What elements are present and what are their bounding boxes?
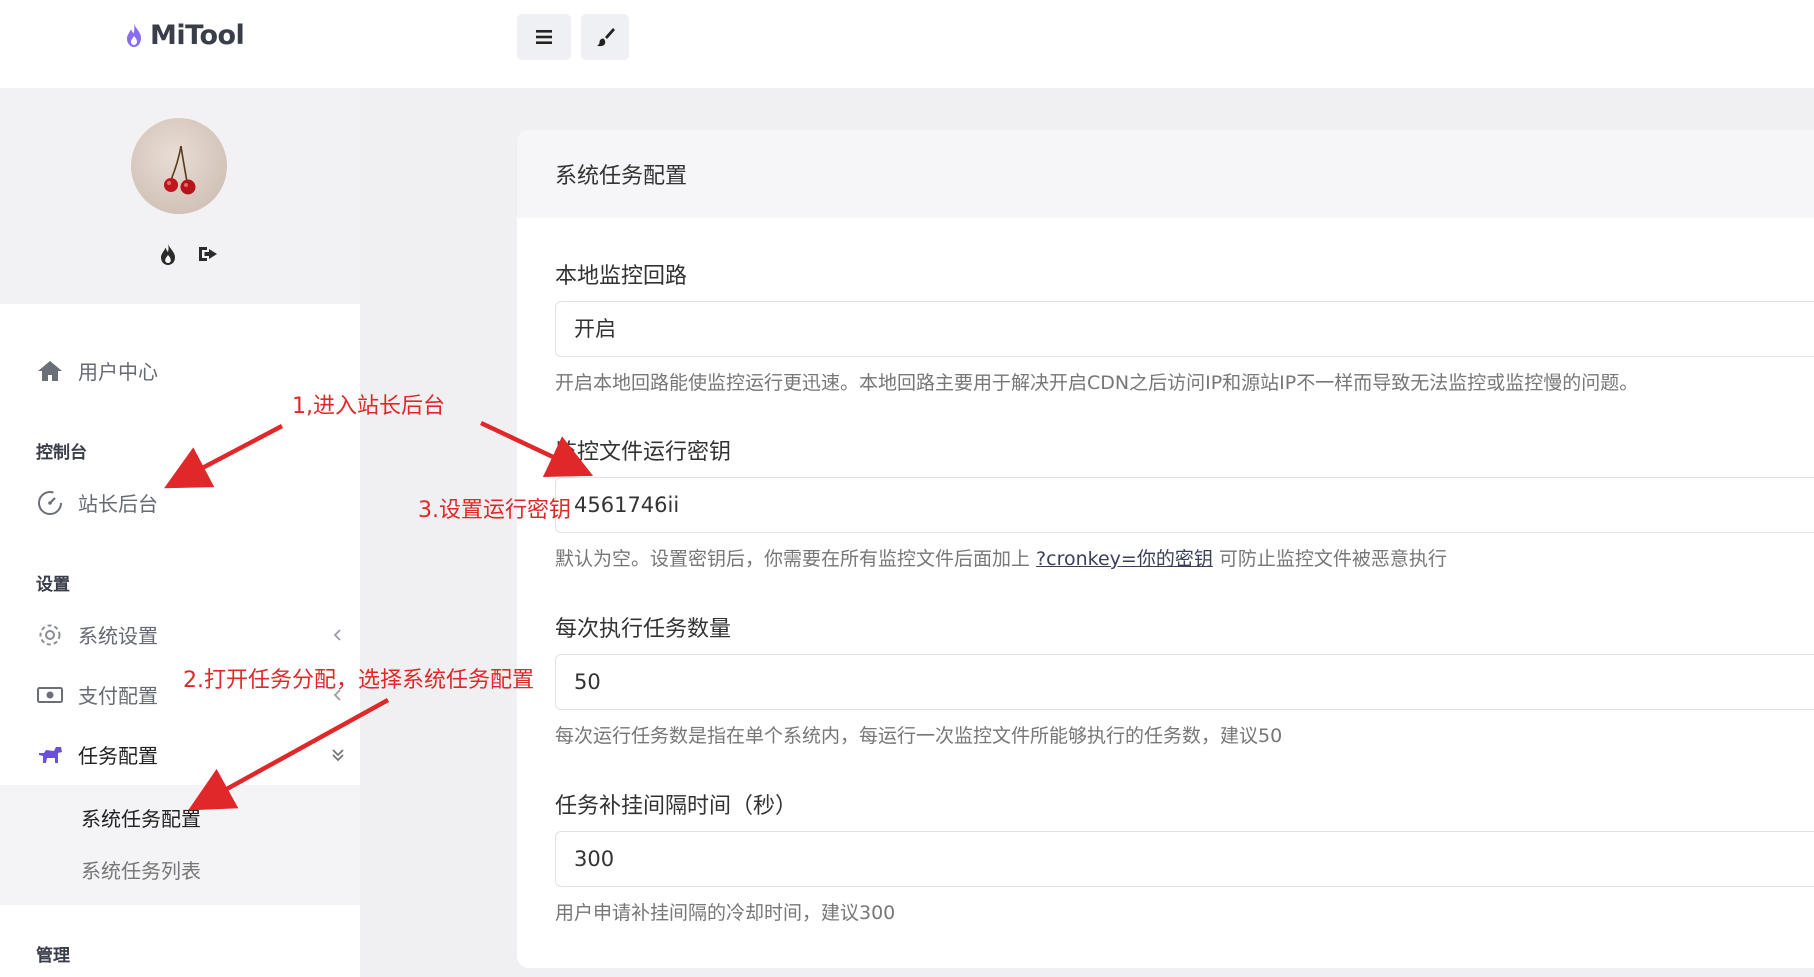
section-console: 控制台 <box>36 443 87 463</box>
field-hint-retry-interval: 用户申请补挂间隔的冷却时间，建议300 <box>555 902 896 924</box>
sidebar-item-label: 任务配置 <box>78 744 158 768</box>
sidebar-item-label: 系统设置 <box>78 624 158 648</box>
paint-brush-icon <box>597 28 615 47</box>
app-logo[interactable]: MiTool <box>124 20 245 51</box>
hint-text: 默认为空。设置密钥后，你需要在所有监控文件后面加上 <box>555 548 1037 570</box>
money-bill-icon <box>36 681 64 709</box>
field-label-cron-key: 监控文件运行密钥 <box>555 440 732 465</box>
cronkey-code: ?cronkey=你的密钥 <box>1036 548 1213 570</box>
field-hint-cron-key: 默认为空。设置密钥后，你需要在所有监控文件后面加上 ?cronkey=你的密钥 … <box>555 544 1447 571</box>
flame-icon[interactable] <box>156 242 180 266</box>
hint-text: 可防止监控文件被恶意执行 <box>1212 548 1447 570</box>
cron-key-input[interactable]: 4561746ii <box>555 477 1814 533</box>
sidebar-item-label: 用户中心 <box>78 360 158 384</box>
annotation-step2: 2.打开任务分配，选择系统任务配置 <box>183 668 534 693</box>
dog-icon <box>36 741 64 769</box>
menu-toggle-button[interactable] <box>517 14 571 60</box>
sidebar-item-admin-backend[interactable]: 站长后台 <box>36 488 158 517</box>
hamburger-menu-icon <box>536 30 552 44</box>
theme-button[interactable] <box>581 14 629 60</box>
sidebar-item-system-settings[interactable]: 系统设置 <box>36 620 346 649</box>
page-title: 系统任务配置 <box>555 164 688 189</box>
config-card: 系统任务配置 本地监控回路 开启 开启本地回路能使监控运行更迅速。本地回路主要用… <box>517 130 1814 968</box>
sidebar-subitem-system-task-list[interactable]: 系统任务列表 <box>81 855 201 884</box>
logout-icon[interactable] <box>196 242 220 266</box>
avatar[interactable] <box>131 118 227 214</box>
field-label-retry-interval: 任务补挂间隔时间（秒） <box>555 794 798 819</box>
flame-logo-icon <box>127 23 141 47</box>
field-hint-tasks-per-run: 每次运行任务数是指在单个系统内，每运行一次监控文件所能够执行的任务数，建议50 <box>555 725 1283 747</box>
retry-interval-input[interactable]: 300 <box>555 831 1814 887</box>
cherry-image <box>164 145 196 195</box>
section-settings: 设置 <box>36 575 70 595</box>
chevrons-down-icon <box>332 748 344 761</box>
logo-text: MiTool <box>150 20 245 51</box>
chevron-left-icon <box>333 628 341 641</box>
field-label-tasks-per-run: 每次执行任务数量 <box>555 617 732 642</box>
field-hint-local-loop: 开启本地回路能使监控运行更迅速。本地回路主要用于解决开启CDN之后访问IP和源站… <box>555 372 1639 394</box>
sidebar-item-task-config[interactable]: 任务配置 <box>36 740 346 769</box>
sidebar-item-user-center[interactable]: 用户中心 <box>36 356 158 385</box>
card-header: 系统任务配置 <box>517 130 1814 218</box>
profile-actions <box>156 242 220 266</box>
section-manage: 管理 <box>36 946 70 966</box>
profile-panel <box>0 88 360 304</box>
sidebar-item-label: 支付配置 <box>78 684 158 708</box>
top-header: MiTool <box>0 0 1814 88</box>
tasks-per-run-input[interactable]: 50 <box>555 654 1814 710</box>
sidebar: 用户中心 控制台 站长后台 设置 系统设置 支付配置 任务配置 系统任务配置 系… <box>0 88 360 977</box>
gauge-icon <box>36 489 64 517</box>
sidebar-subitem-system-task-config[interactable]: 系统任务配置 <box>81 803 201 832</box>
local-loop-select[interactable]: 开启 <box>555 301 1814 357</box>
gear-icon <box>36 621 64 649</box>
sidebar-item-label: 站长后台 <box>78 492 158 516</box>
home-icon <box>36 357 64 385</box>
field-label-local-loop: 本地监控回路 <box>555 264 688 289</box>
task-config-submenu: 系统任务配置 系统任务列表 <box>0 785 360 905</box>
annotation-step1: 1,进入站长后台 <box>292 394 445 419</box>
annotation-step3: 3.设置运行密钥 <box>418 498 571 523</box>
